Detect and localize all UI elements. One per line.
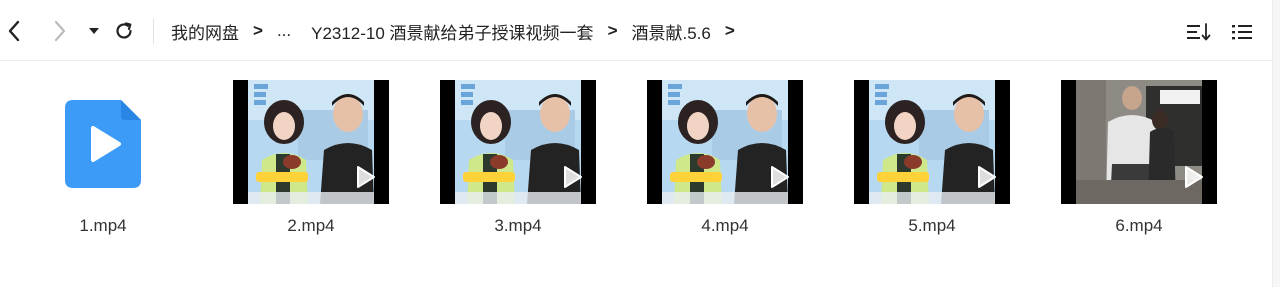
play-icon bbox=[978, 166, 996, 188]
breadcrumb-separator: > bbox=[607, 21, 618, 40]
history-dropdown-button[interactable] bbox=[80, 16, 108, 46]
back-button[interactable] bbox=[0, 16, 28, 46]
file-item[interactable]: 4.mp4 bbox=[647, 80, 803, 240]
file-item[interactable]: 1.mp4 bbox=[25, 80, 181, 240]
refresh-button[interactable] bbox=[110, 16, 138, 46]
video-thumbnail bbox=[854, 80, 1010, 204]
breadcrumb: 我的网盘 > ... Y2312-10 酒景献给弟子授课视频一套 > 酒景献.5… bbox=[171, 18, 749, 44]
sort-button[interactable] bbox=[1185, 19, 1213, 45]
play-icon bbox=[357, 166, 375, 188]
file-item[interactable]: 2.mp4 bbox=[233, 80, 389, 240]
breadcrumb-current[interactable]: 酒景献.5.6 bbox=[632, 19, 711, 44]
toolbar: 我的网盘 > ... Y2312-10 酒景献给弟子授课视频一套 > 酒景献.5… bbox=[0, 0, 1280, 61]
refresh-icon bbox=[116, 22, 132, 39]
file-name: 2.mp4 bbox=[287, 216, 335, 235]
file-name: 5.mp4 bbox=[908, 216, 956, 235]
list-view-icon bbox=[1232, 25, 1252, 40]
breadcrumb-separator: > bbox=[724, 21, 735, 40]
play-icon bbox=[771, 166, 789, 188]
vertical-scrollbar[interactable] bbox=[1272, 0, 1280, 287]
file-item[interactable]: 3.mp4 bbox=[440, 80, 596, 240]
video-thumbnail bbox=[647, 80, 803, 204]
file-name: 1.mp4 bbox=[79, 216, 127, 235]
breadcrumb-root[interactable]: 我的网盘 bbox=[171, 19, 239, 44]
breadcrumb-separator: > bbox=[253, 21, 263, 40]
play-icon bbox=[564, 166, 582, 188]
caret-down-icon bbox=[89, 28, 99, 34]
toolbar-divider bbox=[153, 18, 154, 44]
video-file-icon bbox=[25, 80, 181, 204]
file-item[interactable]: 5.mp4 bbox=[854, 80, 1010, 240]
video-thumbnail bbox=[1061, 80, 1217, 204]
file-grid: 1.mp4 2.mp4 3.mp4 4.mp4 5.mp4 6.mp4 bbox=[0, 80, 1280, 250]
forward-button[interactable] bbox=[46, 16, 74, 46]
file-item[interactable]: 6.mp4 bbox=[1061, 80, 1217, 240]
file-name: 3.mp4 bbox=[494, 216, 542, 235]
play-icon bbox=[1185, 166, 1203, 188]
breadcrumb-ellipsis[interactable]: ... bbox=[277, 21, 291, 41]
sort-icon bbox=[1187, 23, 1211, 41]
breadcrumb-folder[interactable]: Y2312-10 酒景献给弟子授课视频一套 bbox=[311, 19, 593, 44]
chevron-left-icon bbox=[8, 20, 20, 42]
video-thumbnail bbox=[233, 80, 389, 204]
chevron-right-icon bbox=[54, 20, 66, 42]
file-name: 4.mp4 bbox=[701, 216, 749, 235]
video-thumbnail bbox=[440, 80, 596, 204]
file-name: 6.mp4 bbox=[1115, 216, 1163, 235]
list-view-button[interactable] bbox=[1228, 19, 1256, 45]
